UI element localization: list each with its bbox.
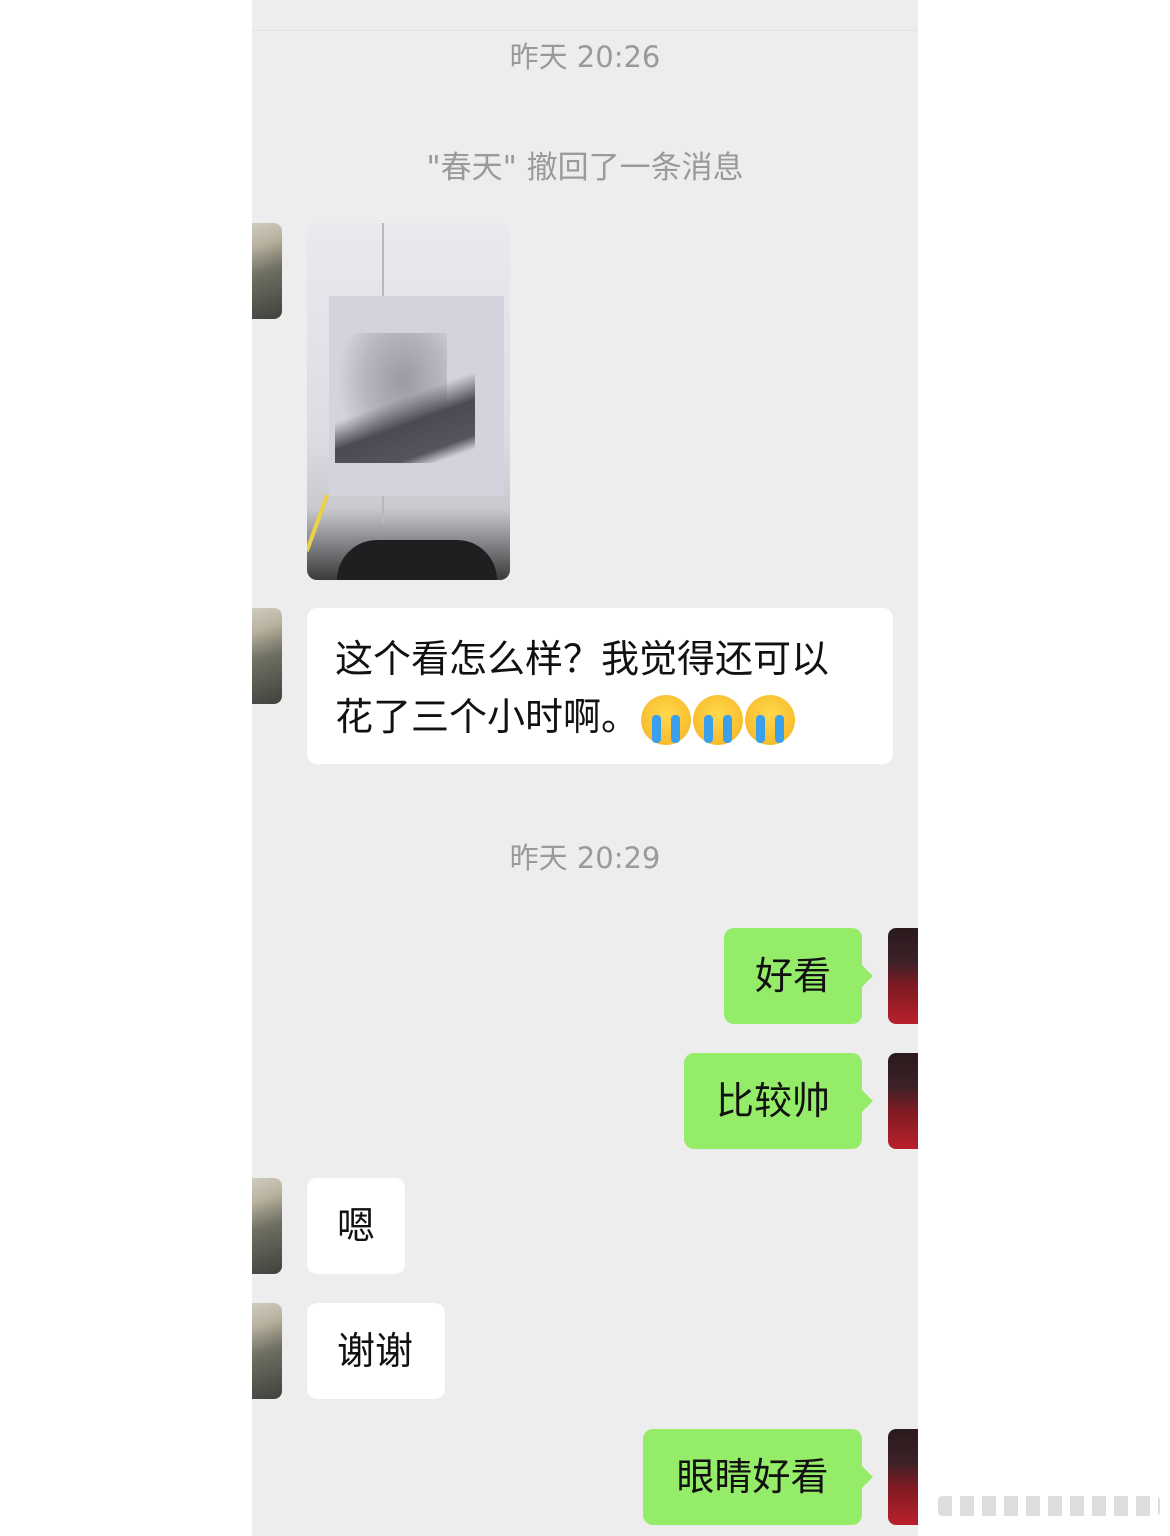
avatar-photo — [888, 1053, 918, 1149]
message-text: 眼睛好看 — [676, 1455, 829, 1499]
my-avatar[interactable] — [888, 1429, 918, 1525]
contact-avatar[interactable] — [252, 223, 282, 319]
contact-avatar[interactable] — [252, 1178, 282, 1274]
message-text: 谢谢 — [337, 1329, 414, 1373]
chat-view[interactable]: 昨天 20:26 "春天" 撤回了一条消息 这个看怎么样？我觉得还可以 花了三个… — [252, 0, 918, 1536]
message-line: 花了三个小时啊。 — [335, 695, 640, 739]
message-line-with-emoji: 花了三个小时啊。 — [335, 688, 865, 746]
loudly-crying-face-icon — [693, 694, 744, 745]
photo-sketch-shirt — [335, 373, 475, 463]
message-line: 这个看怎么样？我觉得还可以 — [335, 637, 830, 681]
message-bubble-outgoing[interactable]: 比较帅 — [684, 1053, 873, 1149]
photo-dark-object — [337, 540, 497, 580]
message-bubble-incoming[interactable]: 嗯 — [307, 1178, 405, 1274]
avatar-photo — [252, 223, 282, 319]
image-message[interactable] — [307, 223, 510, 580]
recall-notice: "春天" 撤回了一条消息 — [426, 150, 744, 186]
avatar-photo — [888, 928, 918, 1024]
timestamp: 昨天 20:29 — [509, 841, 661, 875]
message-text: 好看 — [754, 954, 831, 998]
loudly-crying-face-icon — [641, 694, 692, 745]
contact-avatar[interactable] — [252, 608, 282, 704]
message-bubble-outgoing[interactable]: 好看 — [724, 928, 873, 1024]
avatar-photo — [252, 1303, 282, 1399]
divider — [252, 30, 918, 31]
message-text: 嗯 — [337, 1204, 376, 1248]
my-avatar[interactable] — [888, 928, 918, 1024]
avatar-photo — [888, 1429, 918, 1525]
avatar-photo — [252, 1178, 282, 1274]
loudly-crying-face-icon — [745, 694, 796, 745]
message-bubble-incoming[interactable]: 这个看怎么样？我觉得还可以 花了三个小时啊。 — [307, 608, 893, 764]
message-bubble-outgoing[interactable]: 眼睛好看 — [643, 1429, 873, 1525]
photo-yellow-cable — [307, 494, 330, 552]
watermark — [938, 1496, 1160, 1516]
my-avatar[interactable] — [888, 1053, 918, 1149]
message-bubble-incoming[interactable]: 谢谢 — [307, 1303, 445, 1399]
contact-avatar[interactable] — [252, 1303, 282, 1399]
timestamp: 昨天 20:26 — [509, 40, 661, 74]
message-text: 比较帅 — [715, 1079, 830, 1123]
avatar-photo — [252, 608, 282, 704]
